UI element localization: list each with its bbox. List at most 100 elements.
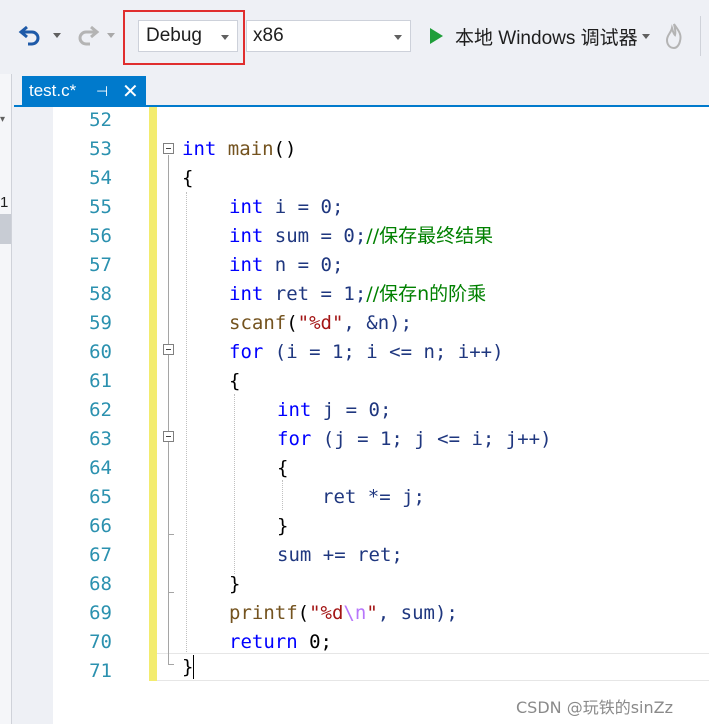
code-text: () xyxy=(273,138,297,160)
watermark: CSDN @玩铁的sinZz xyxy=(516,698,673,717)
code-text: j = 0; xyxy=(322,399,392,421)
line-number: 59 xyxy=(89,312,112,334)
line-number: 58 xyxy=(89,283,112,305)
comment: //保存最终结果 xyxy=(366,225,494,247)
toolbar-separator xyxy=(700,16,701,56)
line-number: 69 xyxy=(89,602,112,624)
line-number: 70 xyxy=(89,631,112,653)
line-number: 56 xyxy=(89,225,112,247)
code-line-64: { xyxy=(277,454,288,483)
code-line-55: int i = 0; xyxy=(229,193,343,222)
code-line-68: } xyxy=(229,570,240,599)
toolbar: Debug x86 本地 Windows 调试器 xyxy=(0,0,709,74)
function-name: scanf xyxy=(229,312,287,334)
code-line-69: printf("%d\n", sum); xyxy=(229,599,458,628)
pin-icon[interactable]: ⊣ xyxy=(96,83,108,100)
annotation-highlight-box xyxy=(123,10,245,65)
string-literal: " xyxy=(366,602,378,624)
line-number: 60 xyxy=(89,341,112,363)
run-label: 本地 Windows 调试器 xyxy=(455,27,638,49)
code-text: ret *= j; xyxy=(322,486,425,508)
line-number: 62 xyxy=(89,399,112,421)
hot-reload-icon[interactable] xyxy=(664,22,684,50)
line-number: 68 xyxy=(89,573,112,595)
text-cursor xyxy=(193,655,194,679)
code-line-56: int sum = 0;//保存最终结果 xyxy=(229,222,493,251)
keyword: int xyxy=(229,254,264,276)
keyword: int xyxy=(277,399,312,421)
run-dropdown-icon[interactable] xyxy=(642,34,650,39)
code-text: 0; xyxy=(309,631,332,653)
undo-icon[interactable] xyxy=(16,20,44,50)
tab-test-c[interactable]: test.c* ⊣ ✕ xyxy=(22,76,146,106)
code-text: sum = 0; xyxy=(274,225,367,247)
keyword: return xyxy=(229,631,298,653)
fold-line xyxy=(168,155,169,665)
line-number: 52 xyxy=(89,109,112,131)
keyword: int xyxy=(229,225,264,247)
string-literal: "%d" xyxy=(297,312,344,334)
code-text: ( xyxy=(286,312,298,334)
code-text: n = 0; xyxy=(274,254,344,276)
code-line-66: } xyxy=(277,512,288,541)
collapse-icon[interactable] xyxy=(163,344,174,355)
collapse-icon[interactable] xyxy=(163,431,174,442)
redo-dropdown-icon[interactable] xyxy=(104,28,118,42)
line-number: 55 xyxy=(89,196,112,218)
change-tracking-bar xyxy=(149,107,157,681)
collapse-icon[interactable] xyxy=(163,143,174,154)
panel-fragment: 1 xyxy=(0,194,9,211)
code-line-60: for (i = 1; i <= n; i++) xyxy=(229,338,504,367)
keyword: for xyxy=(229,341,264,363)
line-number: 54 xyxy=(89,167,112,189)
keyword: int xyxy=(229,196,264,218)
brace: { xyxy=(229,370,241,392)
brace: } xyxy=(277,515,289,537)
line-number: 64 xyxy=(89,457,112,479)
comment: //保存n的阶乘 xyxy=(366,283,487,305)
redo-icon[interactable] xyxy=(74,20,102,50)
indent-guide xyxy=(282,480,283,510)
code-text: ( xyxy=(297,602,310,624)
tab-title: test.c* xyxy=(29,81,77,100)
code-line-59: scanf("%d", &n); xyxy=(229,309,412,338)
brace: { xyxy=(277,457,289,479)
code-line-61: { xyxy=(229,367,240,396)
code-line-65: ret *= j; xyxy=(322,483,425,512)
brace: } xyxy=(229,573,241,595)
keyword: int xyxy=(229,283,264,305)
keyword: for xyxy=(277,428,312,450)
brace: } xyxy=(182,656,194,678)
string-literal: "%d xyxy=(309,602,344,624)
code-line-71: } xyxy=(182,653,193,682)
escape-sequence: \n xyxy=(343,602,367,624)
close-icon[interactable]: ✕ xyxy=(122,79,139,104)
current-line-highlight xyxy=(157,653,709,681)
indent-guide xyxy=(234,394,235,574)
indent-guide xyxy=(186,192,187,652)
line-number: 63 xyxy=(89,428,112,450)
code-line-57: int n = 0; xyxy=(229,251,343,280)
undo-dropdown-icon[interactable] xyxy=(50,28,64,42)
line-number: 57 xyxy=(89,254,112,276)
code-line-62: int j = 0; xyxy=(277,396,391,425)
code-line-58: int ret = 1;//保存n的阶乘 xyxy=(229,280,486,309)
code-line-54: { xyxy=(182,164,193,193)
editor-margin xyxy=(22,107,53,724)
code-text: ret = 1; xyxy=(274,283,367,305)
start-debugger-button[interactable]: 本地 Windows 调试器 xyxy=(426,20,638,52)
chevron-down-icon[interactable]: ▾ xyxy=(0,114,5,125)
fold-end xyxy=(168,664,174,665)
code-line-67: sum += ret; xyxy=(277,541,403,570)
code-text: (i = 1; i <= n; i++) xyxy=(274,341,504,363)
code-line-63: for (j = 1; j <= i; j++) xyxy=(277,425,552,454)
code-text: sum += ret; xyxy=(277,544,403,566)
panel-scroll-thumb[interactable] xyxy=(0,214,11,244)
code-text: i = 0; xyxy=(274,196,344,218)
code-text: , &n); xyxy=(343,312,413,334)
line-number: 65 xyxy=(89,486,112,508)
code-text: , sum); xyxy=(377,602,458,624)
fold-end xyxy=(168,592,174,593)
platform-select[interactable]: x86 xyxy=(246,20,411,52)
function-name: main xyxy=(227,138,274,160)
